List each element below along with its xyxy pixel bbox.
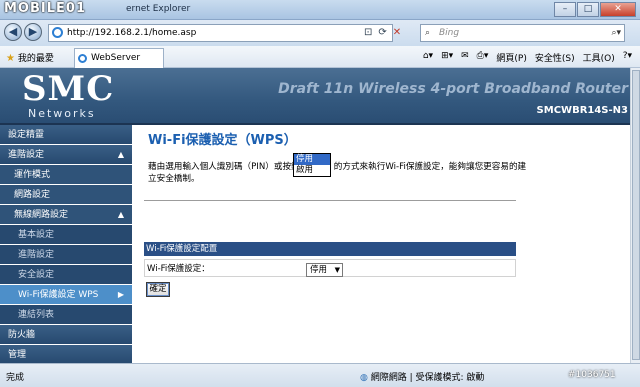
sidebar-item-advanced[interactable]: 進階設定 ▲ <box>0 145 132 165</box>
print-icon[interactable]: ⎙▾ <box>477 51 489 64</box>
search-box[interactable]: ⌕ Bing ⌕▾ <box>420 24 625 42</box>
back-button[interactable]: ◀ <box>4 23 22 41</box>
favorites-label: 我的最愛 <box>17 54 54 64</box>
sidebar-item-label: 防火牆 <box>8 330 36 340</box>
feeds-icon[interactable]: ⊞▾ <box>441 51 453 64</box>
home-icon[interactable]: ⌂▾ <box>423 51 433 64</box>
maximize-button[interactable]: □ <box>577 2 599 17</box>
favorites-button[interactable]: ★ 我的最愛 <box>6 51 54 64</box>
smc-logo: SMC <box>22 69 115 109</box>
watermark-logo: MOBILE01 <box>4 1 86 16</box>
tools-menu[interactable]: 工具(O) <box>583 51 615 64</box>
chevron-up-icon: ▲ <box>117 150 124 159</box>
security-zone-label: 網際網路 | 受保護模式: 啟動 <box>370 373 485 383</box>
page-title: Wi-Fi保護設定（WPS） <box>148 133 297 148</box>
browser-tab[interactable]: WebServer <box>74 48 164 68</box>
sidebar-item-firewall[interactable]: 防火牆 <box>0 325 132 345</box>
divider <box>144 200 516 201</box>
window-title: ernet Explorer <box>126 4 191 14</box>
security-zone: ◍ 網際網路 | 受保護模式: 啟動 <box>360 370 484 383</box>
address-bar[interactable]: http://192.168.2.1/home.asp <box>48 24 393 42</box>
wps-select[interactable]: 停用 ▼ <box>306 263 343 277</box>
wps-field-label: Wi-Fi保護設定： <box>147 264 210 274</box>
section-header: Wi-Fi保護設定配置 <box>144 242 516 256</box>
router-header: SMC Networks Draft 11n Wireless 4-port B… <box>0 68 630 125</box>
address-url: http://192.168.2.1/home.asp <box>67 28 197 38</box>
sidebar-item-setup-wizard[interactable]: 設定精靈 <box>0 125 132 145</box>
sidebar-item-label: 管理 <box>8 350 27 360</box>
sidebar-item-label: 網路設定 <box>14 190 51 200</box>
smc-logo-sub: Networks <box>28 107 96 120</box>
wps-dropdown-list: 停用 啟用 <box>293 153 331 177</box>
chevron-down-icon: ▼ <box>334 266 340 274</box>
refresh-icon[interactable]: ⟳ <box>378 27 392 38</box>
sidebar-item-label: 設定精靈 <box>8 130 45 140</box>
favorites-bar: ★ 我的最愛 WebServer ⌂▾ ⊞▾ ✉ ⎙▾ 網頁(P) 安全性(S)… <box>0 46 640 68</box>
wps-setting-row: Wi-Fi保護設定： 停用 ▼ <box>144 259 516 277</box>
compat-view-icon[interactable]: ⊡ <box>364 27 378 38</box>
search-placeholder: Bing <box>439 28 460 38</box>
tab-title: WebServer <box>91 53 141 63</box>
sidebar-item-label: 運作模式 <box>14 170 51 180</box>
chevron-up-icon: ▲ <box>117 210 124 219</box>
sidebar-item-label: 安全設定 <box>18 270 55 280</box>
sidebar-item-label: 連結列表 <box>18 310 55 320</box>
safety-menu[interactable]: 安全性(S) <box>535 51 575 64</box>
sidebar-item-label: Wi-Fi保護設定 WPS <box>18 290 99 300</box>
model-name: SMCWBR14S-N3 <box>536 105 628 116</box>
command-bar: ⌂▾ ⊞▾ ✉ ⎙▾ 網頁(P) 安全性(S) 工具(O) ?▾ <box>423 51 632 64</box>
star-icon: ★ <box>6 53 15 64</box>
page-description: 藉由選用輸入個人識別碼（PIN）或按鈕（PBC）的方式來執行Wi-Fi保護設定，… <box>148 162 527 184</box>
search-provider-icon: ⌕ <box>425 28 431 38</box>
photo-id: #1036751 <box>568 370 616 380</box>
sidebar-item-wireless-advanced[interactable]: 進階設定 <box>0 245 132 265</box>
sidebar-item-station-list[interactable]: 連結列表 <box>0 305 132 325</box>
sidebar-item-wps[interactable]: Wi-Fi保護設定 WPS ▶ <box>0 285 132 305</box>
scrollbar-thumb[interactable] <box>632 70 640 360</box>
window-controls: – □ ✕ <box>553 2 636 17</box>
address-actions: ⊡⟳✕ <box>364 27 407 38</box>
sidebar-item-basic[interactable]: 基本設定 <box>0 225 132 245</box>
globe-icon: ◍ <box>360 373 368 383</box>
ie-tab-icon <box>78 54 87 63</box>
sidebar-item-operation-mode[interactable]: 運作模式 <box>0 165 132 185</box>
sidebar-item-label: 基本設定 <box>18 230 55 240</box>
sidebar-item-label: 進階設定 <box>18 250 55 260</box>
status-bar: 完成 ◍ 網際網路 | 受保護模式: 啟動 #1036751 <box>0 363 640 387</box>
product-name: Draft 11n Wireless 4-port Broadband Rout… <box>278 81 628 97</box>
minimize-button[interactable]: – <box>554 2 576 17</box>
sidebar-item-management[interactable]: 管理 <box>0 345 132 365</box>
status-text: 完成 <box>6 373 25 383</box>
forward-button[interactable]: ▶ <box>24 23 42 41</box>
close-button[interactable]: ✕ <box>600 2 636 17</box>
sidebar-item-security[interactable]: 安全設定 <box>0 265 132 285</box>
stop-icon[interactable]: ✕ <box>393 27 407 38</box>
wps-select-value: 停用 <box>310 265 328 275</box>
help-icon[interactable]: ?▾ <box>623 51 632 64</box>
search-icon[interactable]: ⌕▾ <box>611 25 621 41</box>
dropdown-option-disable[interactable]: 停用 <box>294 154 330 165</box>
sidebar-item-label: 無線網路設定 <box>14 210 69 220</box>
sidebar-item-network[interactable]: 網路設定 <box>0 185 132 205</box>
page-menu[interactable]: 網頁(P) <box>496 51 526 64</box>
main-content: Wi-Fi保護設定（WPS） 藉由選用輸入個人識別碼（PIN）或按鈕（PBC）的… <box>132 125 630 363</box>
mail-icon[interactable]: ✉ <box>461 51 469 64</box>
sidebar-item-wireless[interactable]: 無線網路設定 ▲ <box>0 205 132 225</box>
address-toolbar: ◀ ▶ http://192.168.2.1/home.asp ⊡⟳✕ ⌕ Bi… <box>0 20 640 46</box>
page-scrollbar[interactable] <box>630 68 640 363</box>
dropdown-option-enable[interactable]: 啟用 <box>294 165 330 176</box>
confirm-button[interactable]: 確定 <box>146 282 170 297</box>
sidebar: 設定精靈 進階設定 ▲ 運作模式 網路設定 無線網路設定 ▲ 基本設定 進階設定… <box>0 125 132 365</box>
window-titlebar: MOBILE01 ernet Explorer – □ ✕ <box>0 0 640 20</box>
ie-page-icon <box>52 27 63 38</box>
chevron-right-icon: ▶ <box>117 290 124 299</box>
sidebar-item-label: 進階設定 <box>8 150 45 160</box>
